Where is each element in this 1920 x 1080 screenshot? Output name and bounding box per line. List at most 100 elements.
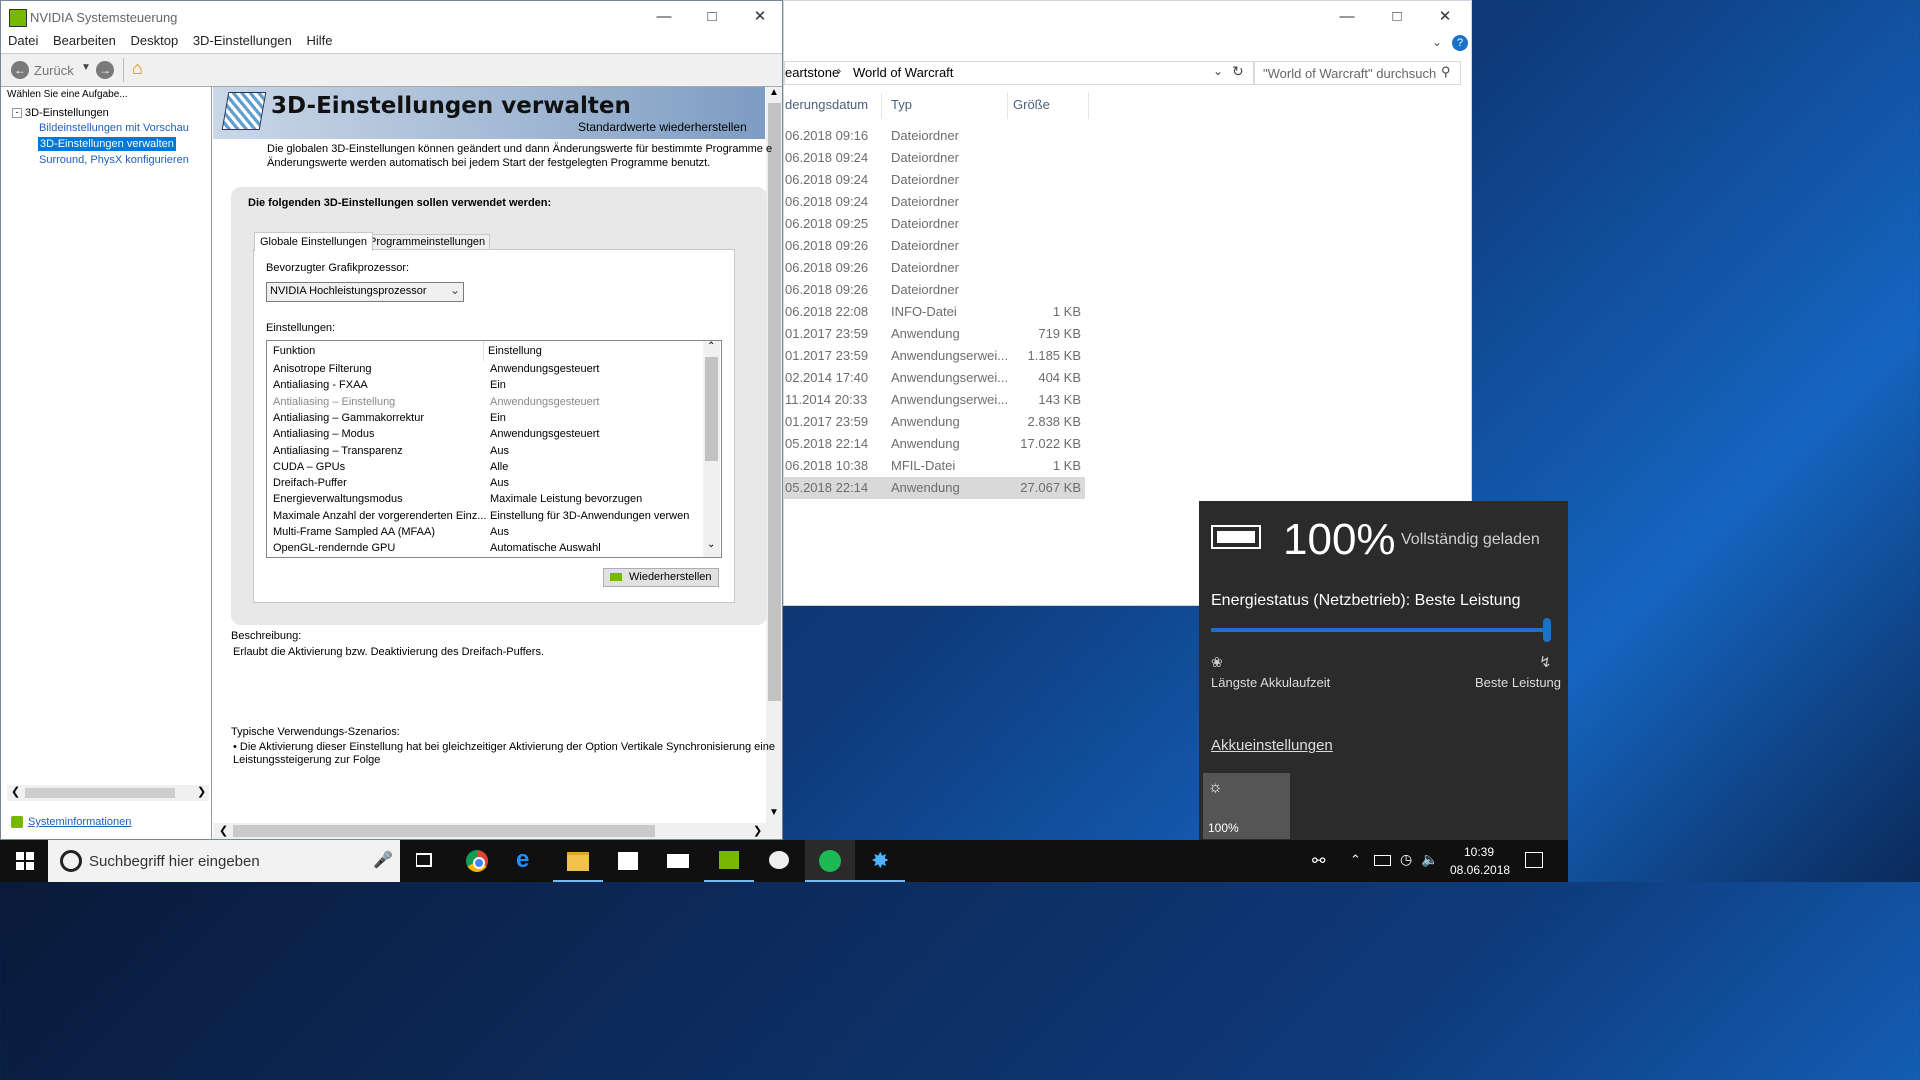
back-arrow-icon[interactable]: ← — [11, 61, 29, 79]
battery-tray-icon[interactable] — [1374, 855, 1391, 866]
scroll-left-icon[interactable]: ❮ — [11, 785, 20, 798]
maximize-button[interactable]: □ — [689, 5, 735, 29]
horizontal-scrollbar[interactable]: ❮ ❯ — [7, 785, 209, 801]
volume-icon[interactable]: 🔈 — [1421, 851, 1438, 868]
address-bar[interactable]: eartstone › World of Warcraft ⌄ ↻ — [784, 61, 1254, 85]
tree-root[interactable]: 3D-Einstellungen — [25, 107, 109, 119]
clock-date[interactable]: 08.06.2018 — [1450, 863, 1510, 877]
column-header-size[interactable]: Größe — [1013, 97, 1050, 112]
menu-bearbeiten[interactable]: Bearbeiten — [53, 33, 116, 48]
gpu-select[interactable]: NVIDIA Hochleistungsprozessor ⌄ — [266, 282, 464, 302]
chrome-icon[interactable] — [452, 840, 502, 882]
file-row[interactable]: 06.2018 09:26 Dateiordner — [784, 257, 1085, 279]
file-row[interactable]: 06.2018 22:08 INFO-Datei 1 KB — [784, 301, 1085, 323]
scroll-down-icon[interactable]: ▼ — [769, 807, 779, 818]
spotify-icon[interactable] — [805, 840, 855, 882]
column-header-date[interactable]: derungsdatum — [785, 97, 868, 112]
task-view-icon[interactable] — [400, 840, 450, 882]
restore-defaults-link[interactable]: Standardwerte wiederherstellen — [578, 120, 747, 134]
battery-settings-link[interactable]: Akkueinstellungen — [1211, 737, 1333, 754]
file-row[interactable]: 01.2017 23:59 Anwendung 2.838 KB — [784, 411, 1085, 433]
maximize-button[interactable]: □ — [1374, 5, 1420, 29]
windows-start-icon[interactable] — [16, 852, 34, 870]
scroll-thumb[interactable] — [768, 103, 781, 701]
wifi-icon[interactable]: ◷ — [1400, 851, 1412, 868]
battlenet-icon[interactable]: ✸ — [855, 840, 905, 882]
breadcrumb-item[interactable]: eartstone — [785, 65, 839, 80]
vertical-scrollbar[interactable]: ▲ ▼ — [766, 87, 782, 825]
microphone-icon[interactable]: 🎤 — [373, 850, 393, 870]
cortana-icon[interactable] — [60, 850, 82, 872]
setting-row[interactable]: Anisotrope Filterung Anwendungsgesteuert — [273, 361, 599, 377]
file-row[interactable]: 05.2018 22:14 Anwendung 27.067 KB — [784, 477, 1085, 499]
setting-row[interactable]: OpenGL-rendernde GPU Automatische Auswahl — [273, 540, 601, 556]
close-button[interactable]: ✕ — [737, 5, 783, 29]
column-header-setting[interactable]: Einstellung — [488, 345, 542, 357]
slider-thumb[interactable] — [1543, 618, 1551, 642]
column-header-function[interactable]: Funktion — [273, 345, 315, 357]
menu-datei[interactable]: Datei — [8, 33, 38, 48]
system-info-link[interactable]: Systeminformationen — [28, 816, 131, 828]
tree-item-surround-physx[interactable]: Surround, PhysX konfigurieren — [39, 154, 189, 166]
menu-desktop[interactable]: Desktop — [131, 33, 179, 48]
close-button[interactable]: ✕ — [1422, 5, 1468, 29]
refresh-icon[interactable]: ↻ — [1232, 63, 1244, 80]
scroll-right-icon[interactable]: ❯ — [753, 824, 762, 837]
scroll-down-icon[interactable]: ⌄ — [707, 539, 715, 550]
edge-icon[interactable]: e — [502, 840, 552, 882]
file-row[interactable]: 06.2018 09:25 Dateiordner — [784, 213, 1085, 235]
file-row[interactable]: 01.2017 23:59 Anwendung 719 KB — [784, 323, 1085, 345]
minimize-button[interactable]: — — [641, 5, 687, 29]
history-dropdown-icon[interactable]: ▼ — [81, 62, 91, 73]
home-icon[interactable]: ⌂ — [132, 58, 143, 79]
file-row[interactable]: 05.2018 22:14 Anwendung 17.022 KB — [784, 433, 1085, 455]
file-row[interactable]: 02.2014 17:40 Anwendungserwei... 404 KB — [784, 367, 1085, 389]
menu-3d-einstellungen[interactable]: 3D-Einstellungen — [193, 33, 292, 48]
file-row[interactable]: 06.2018 09:16 Dateiordner — [784, 125, 1085, 147]
setting-row[interactable]: Energieverwaltungsmodus Maximale Leistung… — [273, 491, 642, 507]
chevron-up-icon[interactable]: ⌃ — [1350, 852, 1361, 868]
mail-icon[interactable] — [653, 840, 703, 882]
scroll-thumb[interactable] — [25, 788, 175, 798]
collapse-icon[interactable]: - — [12, 108, 22, 118]
breadcrumb-current[interactable]: World of Warcraft — [853, 65, 953, 80]
store-icon[interactable] — [603, 840, 653, 882]
brightness-tile[interactable]: ☼ 100% — [1203, 773, 1290, 839]
restore-button[interactable]: Wiederherstellen — [603, 568, 719, 587]
clock-time[interactable]: 10:39 — [1464, 845, 1494, 859]
setting-row[interactable]: CUDA – GPUs Alle — [273, 459, 508, 475]
minimize-button[interactable]: — — [1324, 5, 1370, 29]
file-row[interactable]: 06.2018 09:24 Dateiordner — [784, 147, 1085, 169]
file-row[interactable]: 06.2018 09:24 Dateiordner — [784, 169, 1085, 191]
power-mode-slider[interactable] — [1211, 618, 1551, 642]
file-row[interactable]: 06.2018 09:26 Dateiordner — [784, 235, 1085, 257]
file-row[interactable]: 11.2014 20:33 Anwendungserwei... 143 KB — [784, 389, 1085, 411]
help-icon[interactable]: ? — [1452, 35, 1468, 51]
scroll-right-icon[interactable]: ❯ — [197, 785, 206, 798]
setting-row[interactable]: Maximale Anzahl der vorgerenderten Einz.… — [273, 508, 689, 524]
setting-row[interactable]: Multi-Frame Sampled AA (MFAA) Aus — [273, 524, 509, 540]
horizontal-scrollbar[interactable]: ❮ ❯ — [213, 823, 782, 839]
search-box[interactable]: Suchbegriff hier eingeben 🎤 — [48, 840, 400, 882]
settings-list[interactable]: Funktion Einstellung Anisotrope Filterun… — [266, 340, 722, 558]
setting-row[interactable]: Antialiasing - FXAA Ein — [273, 377, 506, 393]
file-row[interactable]: 06.2018 10:38 MFIL-Datei 1 KB — [784, 455, 1085, 477]
file-row[interactable]: 06.2018 09:26 Dateiordner — [784, 279, 1085, 301]
setting-row[interactable]: Antialiasing – Modus Anwendungsgesteuert — [273, 426, 599, 442]
forward-arrow-icon[interactable]: → — [96, 61, 114, 79]
setting-row[interactable]: Antialiasing – Einstellung Anwendungsgest… — [273, 394, 599, 410]
setting-row[interactable]: Dreifach-Puffer Aus — [273, 475, 509, 491]
file-row[interactable]: 06.2018 09:24 Dateiordner — [784, 191, 1085, 213]
scroll-thumb[interactable] — [705, 357, 718, 461]
list-scrollbar[interactable]: ⌃ ⌄ — [703, 341, 720, 557]
search-input[interactable]: "World of Warcraft" durchsuch ⚲ — [1254, 61, 1461, 85]
paint-icon[interactable] — [754, 840, 804, 882]
scroll-up-icon[interactable]: ⌃ — [707, 341, 715, 352]
chevron-down-icon[interactable]: ⌄ — [1432, 35, 1442, 49]
scroll-thumb[interactable] — [233, 825, 655, 837]
nvidia-taskbar-icon[interactable] — [704, 840, 754, 882]
chevron-down-icon[interactable]: ⌄ — [1213, 64, 1223, 78]
people-icon[interactable]: ⚯ — [1312, 851, 1325, 871]
scroll-up-icon[interactable]: ▲ — [769, 87, 779, 98]
scroll-left-icon[interactable]: ❮ — [219, 824, 228, 837]
